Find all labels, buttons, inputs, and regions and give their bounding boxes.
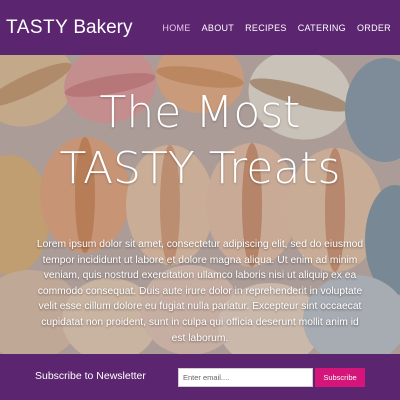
newsletter-email-input[interactable] <box>178 368 313 387</box>
nav-link-catering[interactable]: CATERING <box>298 23 346 33</box>
brand-name-strong: TASTY <box>6 17 69 38</box>
top-navbar: TASTY Bakery HOME ABOUT RECIPES CATERING… <box>0 0 400 55</box>
hero-title: The Most TASTY Treats <box>0 85 400 197</box>
nav-link-order[interactable]: ORDER <box>357 23 391 33</box>
subscribe-button[interactable]: Subscribe <box>315 368 365 387</box>
hero-title-line-1: The Most <box>99 87 301 138</box>
nav-link-home[interactable]: HOME <box>162 23 190 33</box>
main-nav: HOME ABOUT RECIPES CATERING ORDER <box>162 0 391 55</box>
nav-link-about[interactable]: ABOUT <box>202 23 235 33</box>
nav-link-recipes[interactable]: RECIPES <box>245 23 287 33</box>
hero-title-line-2: TASTY Treats <box>59 143 341 194</box>
hero-paragraph: Lorem ipsum dolor sit amet, consectetur … <box>36 239 364 344</box>
brand-name-light: Bakery <box>73 17 133 38</box>
newsletter-label: Subscribe to Newsletter <box>35 370 146 382</box>
brand-logo[interactable]: TASTY Bakery <box>6 18 132 37</box>
